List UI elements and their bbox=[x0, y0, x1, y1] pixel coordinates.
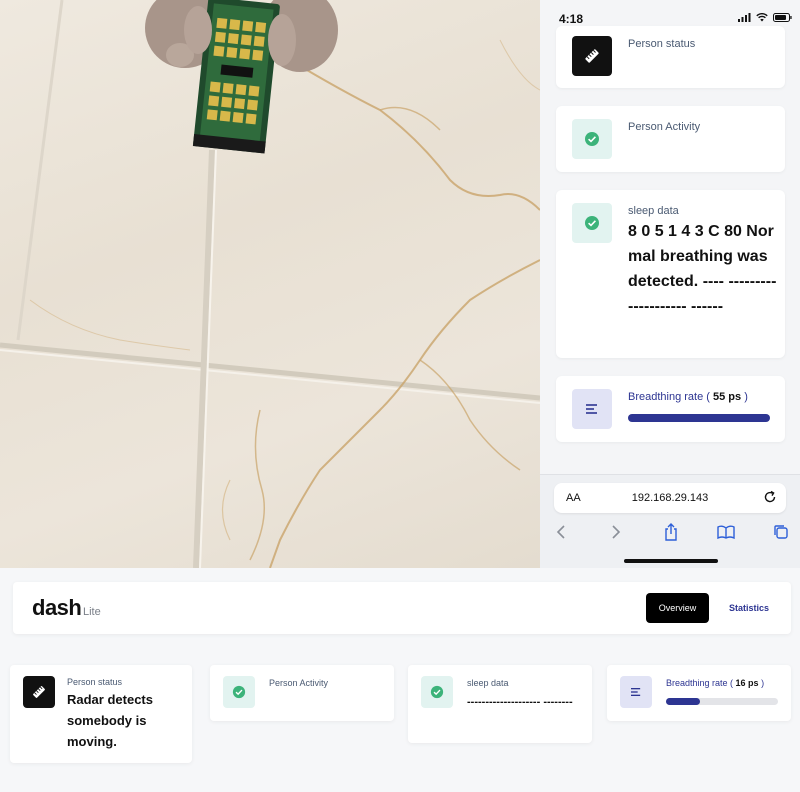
phone-person-status-card: Person status bbox=[556, 26, 785, 88]
status-icons bbox=[738, 13, 792, 22]
signal-icon bbox=[738, 13, 751, 22]
browser-toolbar: AA 192.168.29.143 bbox=[540, 474, 800, 568]
statistics-button[interactable]: Statistics bbox=[725, 593, 773, 623]
screen: 4:18 Person status Person Activity sleep… bbox=[0, 0, 800, 792]
phone-browser-panel: 4:18 Person status Person Activity sleep… bbox=[540, 0, 800, 568]
person-status-label: Person status bbox=[67, 677, 123, 687]
check-circle-icon bbox=[223, 676, 255, 708]
reload-icon[interactable] bbox=[762, 489, 778, 505]
phone-person-activity-label: Person Activity bbox=[628, 121, 701, 133]
wifi-icon bbox=[756, 13, 768, 22]
status-time: 4:18 bbox=[559, 12, 584, 26]
url-text[interactable]: 192.168.29.143 bbox=[554, 492, 786, 504]
ruler-icon bbox=[23, 676, 55, 708]
phone-sleep-data-card: sleep data 8 0 5 1 4 3 C 80 Normal breat… bbox=[556, 190, 785, 358]
breathing-value: 16 ps bbox=[735, 678, 759, 688]
forward-icon[interactable] bbox=[603, 519, 629, 545]
breathing-progress-fill bbox=[666, 698, 700, 705]
check-circle-icon bbox=[572, 203, 612, 243]
phone-sleep-data-label: sleep data bbox=[628, 205, 679, 217]
phone-breathing-progress bbox=[628, 414, 770, 422]
tabs-icon[interactable] bbox=[768, 519, 794, 545]
overview-button[interactable]: Overview bbox=[646, 593, 709, 623]
bookmarks-icon[interactable] bbox=[713, 519, 739, 545]
list-icon bbox=[572, 389, 612, 429]
sleep-data-card: sleep data -------------------- -------- bbox=[408, 665, 592, 743]
share-icon[interactable] bbox=[658, 519, 684, 545]
sleep-data-value: -------------------- -------- bbox=[467, 696, 573, 708]
person-activity-label: Person Activity bbox=[269, 678, 329, 688]
list-icon bbox=[620, 676, 652, 708]
person-status-value: Radar detects somebody is moving. bbox=[67, 692, 153, 749]
breathing-progress-track bbox=[666, 698, 778, 705]
dashboard: dash Lite Overview Statistics Person sta… bbox=[0, 568, 800, 792]
phone-person-activity-card: Person Activity bbox=[556, 106, 785, 172]
check-circle-icon bbox=[421, 676, 453, 708]
phone-breathing-value: 55 ps bbox=[713, 391, 742, 403]
radar-sensor-photo bbox=[0, 0, 540, 568]
phone-breathing-label: Breadthing rate ( 55 ps ) bbox=[628, 391, 748, 403]
breathing-card: Breadthing rate ( 16 ps ) bbox=[607, 665, 791, 721]
phone-breathing-card: Breadthing rate ( 55 ps ) bbox=[556, 376, 785, 442]
check-circle-icon bbox=[572, 119, 612, 159]
ruler-icon bbox=[572, 36, 612, 76]
person-status-card: Person status Radar detects somebody is … bbox=[10, 665, 192, 763]
breathing-label: Breadthing rate ( 16 ps ) bbox=[666, 678, 765, 688]
home-indicator bbox=[624, 559, 718, 563]
sleep-data-label: sleep data bbox=[467, 678, 509, 688]
phone-person-status-label: Person status bbox=[628, 38, 696, 50]
brand-logo[interactable]: dash bbox=[32, 595, 82, 621]
battery-icon bbox=[773, 13, 792, 22]
address-bar[interactable]: AA 192.168.29.143 bbox=[554, 483, 786, 513]
dashboard-header: dash Lite Overview Statistics bbox=[13, 582, 791, 634]
brand-subtitle: Lite bbox=[83, 606, 101, 618]
phone-sleep-data-value: 8 0 5 1 4 3 C 80 Normal breathing was de… bbox=[628, 223, 777, 315]
browser-nav-row bbox=[540, 519, 800, 545]
back-icon[interactable] bbox=[548, 519, 574, 545]
person-activity-card: Person Activity bbox=[210, 665, 394, 721]
